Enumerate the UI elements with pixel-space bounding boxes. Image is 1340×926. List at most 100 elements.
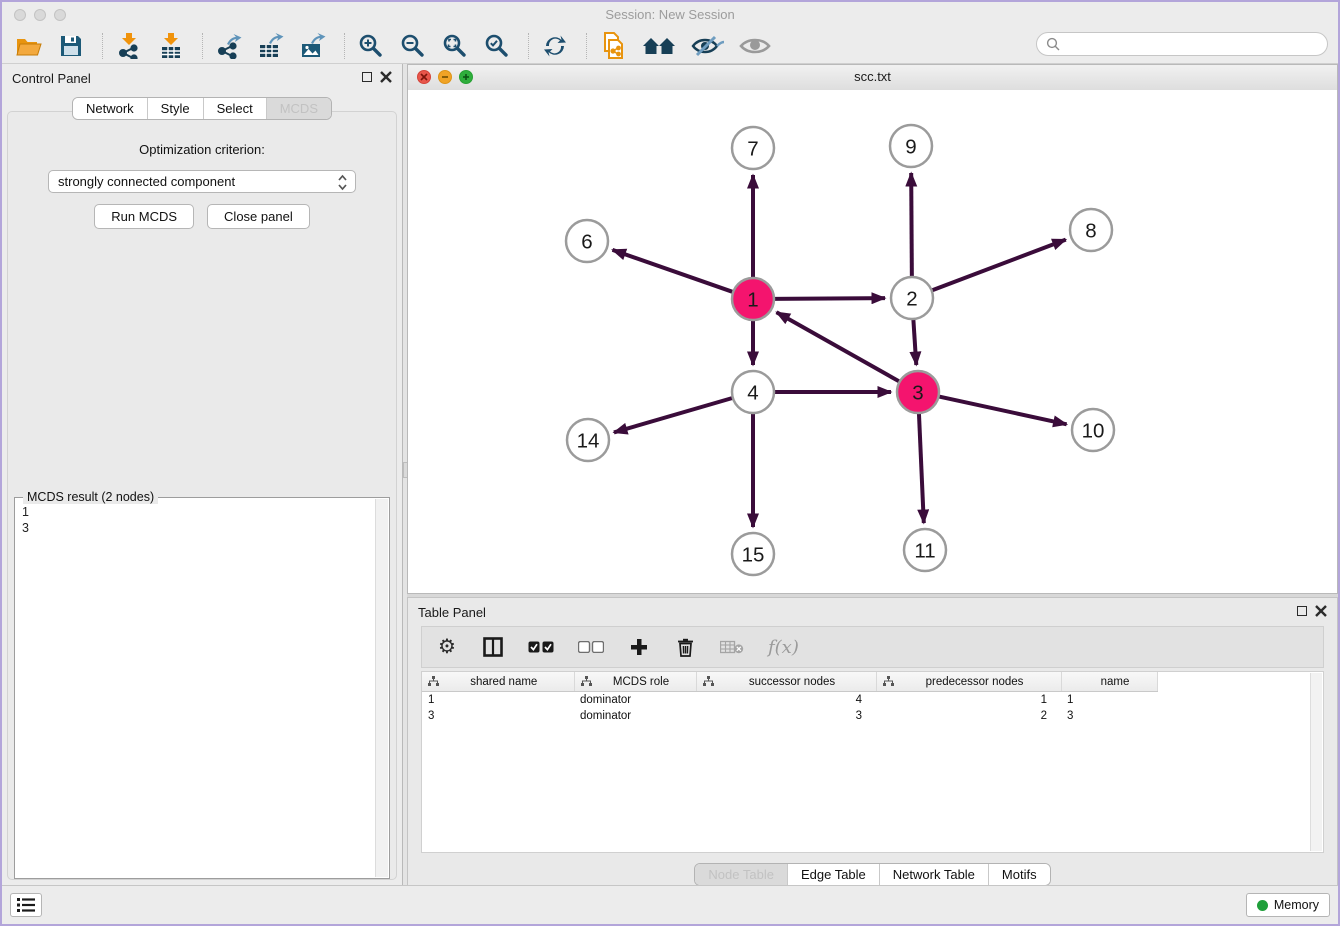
close-panel-icon[interactable]	[380, 71, 392, 83]
network-graph[interactable]: 7968124314101511	[408, 90, 1337, 593]
table-cell[interactable]: dominator	[574, 708, 696, 724]
zoom-in-icon[interactable]	[356, 32, 386, 60]
graph-edge-3-1[interactable]	[777, 312, 900, 381]
export-table-icon[interactable]	[256, 32, 286, 60]
network-view-title: scc.txt	[408, 69, 1337, 84]
show-all-icon[interactable]	[738, 32, 772, 60]
tab-mcds[interactable]: MCDS	[266, 98, 331, 119]
show-columns-icon[interactable]	[482, 635, 504, 659]
graph-node-label: 7	[747, 138, 758, 161]
zoom-out-icon[interactable]	[398, 32, 428, 60]
save-session-icon[interactable]	[56, 32, 86, 60]
column-header-label: shared name	[422, 676, 574, 688]
close-table-panel-icon[interactable]	[1315, 605, 1327, 617]
go-home-icon[interactable]	[640, 32, 678, 60]
graph-edge-2-9[interactable]	[911, 173, 912, 277]
table-settings-icon[interactable]: ⚙	[436, 635, 458, 659]
graph-edge-1-2[interactable]	[774, 298, 885, 299]
graph-edge-3-10[interactable]	[939, 396, 1067, 424]
delete-row-icon[interactable]	[674, 635, 696, 659]
select-all-icon[interactable]	[528, 635, 554, 659]
zoom-selected-icon[interactable]	[482, 32, 512, 60]
result-item[interactable]: 1	[22, 504, 375, 520]
tab-edge-table[interactable]: Edge Table	[787, 864, 879, 885]
column-header-filler	[1157, 672, 1169, 692]
column-header-MCDS-role[interactable]: MCDS role	[574, 672, 696, 692]
table-cell[interactable]: 2	[876, 708, 1061, 724]
table-row[interactable]: 1dominator411	[422, 692, 1169, 709]
tab-style[interactable]: Style	[147, 98, 203, 119]
copy-network-icon[interactable]	[598, 32, 628, 60]
hierarchy-icon	[428, 676, 439, 687]
table-row[interactable]: 3dominator323	[422, 708, 1169, 724]
search-input[interactable]	[1066, 36, 1327, 52]
deselect-all-icon[interactable]	[578, 635, 604, 659]
table-cell[interactable]: 1	[1061, 692, 1157, 709]
tab-motifs[interactable]: Motifs	[988, 864, 1050, 885]
graph-node-label: 8	[1085, 220, 1096, 243]
criterion-select[interactable]: strongly connected component	[48, 170, 356, 193]
apply-layout-icon[interactable]	[540, 32, 570, 60]
mcds-result-list[interactable]: 13	[15, 499, 375, 877]
import-network-icon[interactable]	[114, 32, 144, 60]
search-field[interactable]	[1036, 32, 1328, 56]
graph-node-label: 1	[747, 289, 758, 312]
table-toolbar: ⚙ f(x)	[421, 626, 1324, 668]
column-header-predecessor-nodes[interactable]: predecessor nodes	[876, 672, 1061, 692]
optimization-criterion-label: Optimization criterion:	[8, 142, 396, 157]
close-panel-button[interactable]: Close panel	[207, 204, 310, 229]
column-header-shared-name[interactable]: shared name	[422, 672, 574, 692]
memory-button[interactable]: Memory	[1246, 893, 1330, 917]
table-cell[interactable]: 3	[696, 708, 876, 724]
graph-edge-2-8[interactable]	[932, 240, 1066, 291]
open-session-icon[interactable]	[14, 32, 44, 60]
graph-node-label: 10	[1082, 420, 1105, 443]
delete-table-icon	[720, 635, 744, 659]
float-panel-icon[interactable]	[362, 72, 372, 82]
zoom-fit-icon[interactable]	[440, 32, 470, 60]
graph-node-label: 4	[747, 382, 758, 405]
tab-network[interactable]: Network	[73, 98, 147, 119]
hide-selected-icon[interactable]	[690, 32, 726, 60]
graph-node-label: 14	[577, 430, 600, 453]
tab-network-table[interactable]: Network Table	[879, 864, 988, 885]
app-window: Session: New Session	[0, 0, 1340, 926]
column-header-label: MCDS role	[575, 676, 696, 688]
add-row-icon[interactable]	[628, 635, 650, 659]
toolbar-separator	[102, 33, 104, 59]
table-scrollbar[interactable]	[1310, 673, 1322, 851]
task-history-button[interactable]	[10, 893, 42, 917]
folder-icon	[16, 35, 42, 57]
search-icon	[1046, 37, 1060, 51]
table-cell[interactable]: 3	[422, 708, 574, 724]
network-canvas[interactable]: 7968124314101511	[408, 90, 1337, 593]
table-cell[interactable]: 1	[876, 692, 1061, 709]
memory-status-icon	[1257, 900, 1268, 911]
graph-edge-2-3[interactable]	[913, 319, 916, 365]
export-network-icon[interactable]	[214, 32, 244, 60]
graph-edge-1-6[interactable]	[612, 250, 733, 292]
toolbar-separator	[202, 33, 204, 59]
table-cell[interactable]: 4	[696, 692, 876, 709]
float-table-panel-icon[interactable]	[1297, 606, 1307, 616]
tab-select[interactable]: Select	[203, 98, 266, 119]
apply-function-icon: f(x)	[768, 635, 799, 659]
control-panel-tab-bar: Network Style Select MCDS	[72, 97, 332, 120]
graph-edge-4-14[interactable]	[614, 398, 733, 433]
result-item[interactable]: 3	[22, 520, 375, 536]
table-cell[interactable]: 1	[422, 692, 574, 709]
graph-edge-3-11[interactable]	[919, 413, 924, 523]
table-cell[interactable]: dominator	[574, 692, 696, 709]
run-mcds-button[interactable]: Run MCDS	[94, 204, 194, 229]
window-titlebar: Session: New Session	[2, 2, 1338, 28]
table-cell[interactable]: 3	[1061, 708, 1157, 724]
window-title: Session: New Session	[2, 7, 1338, 22]
control-panel: Control Panel Network Style Select MCDS …	[2, 64, 402, 886]
result-scrollbar[interactable]	[375, 499, 388, 877]
column-header-successor-nodes[interactable]: successor nodes	[696, 672, 876, 692]
export-image-icon[interactable]	[298, 32, 328, 60]
import-table-icon[interactable]	[156, 32, 186, 60]
column-header-name[interactable]: name	[1061, 672, 1157, 692]
graph-node-label: 2	[906, 288, 917, 311]
tab-node-table[interactable]: Node Table	[695, 864, 787, 885]
